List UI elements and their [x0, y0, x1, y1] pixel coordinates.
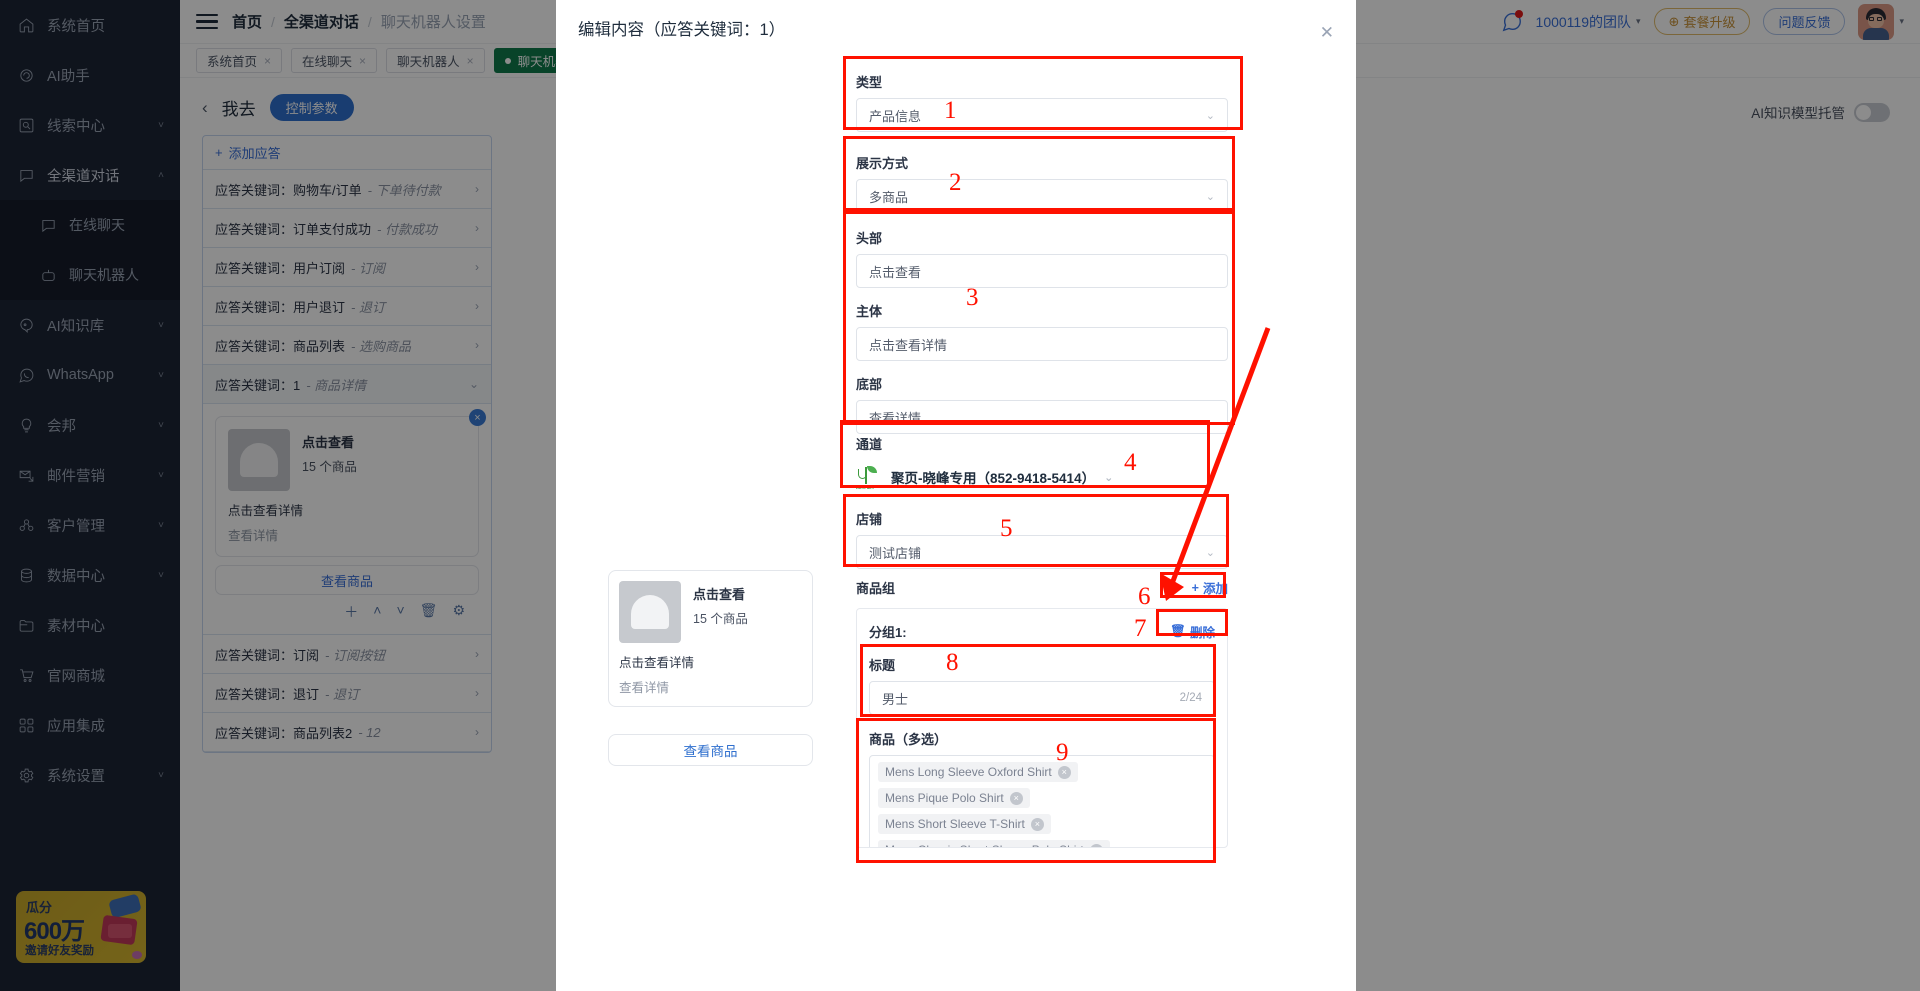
preview-action-button[interactable]: 查看商品	[608, 734, 813, 766]
close-icon[interactable]: ✕	[1320, 24, 1334, 41]
modal-header: 编辑内容（应答关键词：1） ✕	[556, 0, 1356, 56]
preview-body: 点击查看详情	[619, 656, 695, 670]
annotation-box-3	[843, 211, 1235, 425]
group-name: 分组1:	[869, 624, 907, 640]
annotation-marker-2: 2	[949, 169, 962, 196]
modal-body: 点击查看 15 个商品 点击查看详情 查看详情 查看商品 类型 产品信息 ⌄ 1…	[556, 56, 1356, 991]
annotation-marker-6: 6	[1138, 583, 1151, 610]
annotation-box-4	[840, 420, 1210, 488]
annotation-box-9	[856, 718, 1216, 863]
product-group-label: 商品组	[856, 581, 896, 596]
form-column: 类型 产品信息 ⌄ 1 展示方式 多商品 ⌄ 2 头部 点击查看 主体 点击查看…	[840, 56, 1356, 991]
app-root: 系统首页 AI助手 线索中心 ˅ 全渠道对话 ˄ 在线聊天 聊天机器人 AI知识库 ˅ WhatsA…	[0, 0, 1920, 991]
annotation-marker-1: 1	[944, 97, 957, 124]
annotation-marker-7: 7	[1134, 615, 1147, 642]
preview-card: 点击查看 15 个商品 点击查看详情 查看详情	[608, 570, 813, 707]
annotation-box-6	[1160, 572, 1226, 598]
annotation-box-5	[843, 494, 1229, 567]
annotation-box-2	[843, 136, 1235, 211]
modal-title: 编辑内容（应答关键词：1）	[578, 21, 786, 39]
annotation-marker-8: 8	[946, 649, 959, 676]
annotation-box-8	[860, 644, 1216, 717]
preview-footer: 查看详情	[619, 681, 670, 695]
annotation-box-1	[843, 56, 1243, 130]
annotation-marker-3: 3	[966, 284, 979, 311]
preview-column: 点击查看 15 个商品 点击查看详情 查看详情 查看商品	[556, 56, 856, 991]
annotation-marker-4: 4	[1124, 449, 1137, 476]
annotation-marker-9: 9	[1056, 739, 1069, 766]
annotation-box-7	[1156, 609, 1228, 636]
preview-thumbnail	[619, 581, 681, 643]
annotation-marker-5: 5	[1000, 515, 1013, 542]
preview-count: 15 个商品	[693, 612, 748, 626]
preview-header: 点击查看	[693, 587, 746, 602]
edit-content-modal: 编辑内容（应答关键词：1） ✕ 点击查看 15 个商品 点击查看详情 查看详情 …	[556, 0, 1356, 991]
